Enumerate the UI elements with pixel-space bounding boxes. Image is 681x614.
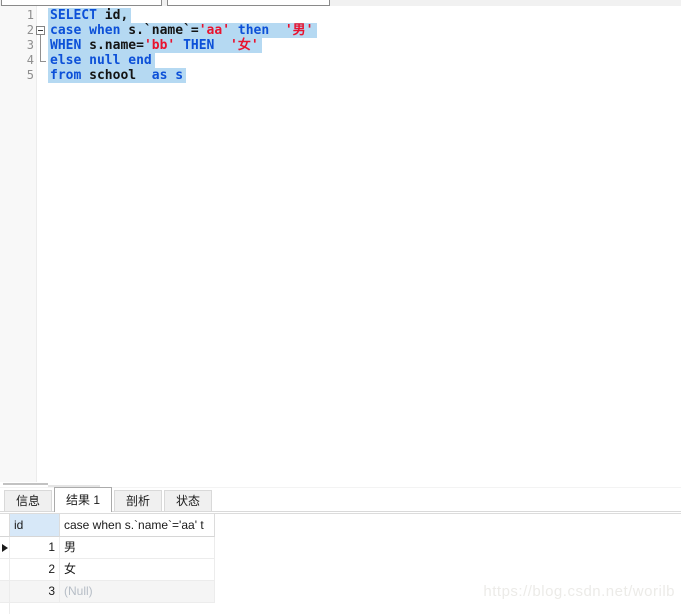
tab-result-1[interactable]: 结果 1: [54, 487, 113, 512]
fold-margin: [34, 53, 47, 68]
fold-margin: [34, 8, 47, 23]
sql-token: THEN: [183, 38, 215, 53]
table-row: 3 (Null): [0, 581, 215, 603]
code-line[interactable]: 4 else null end: [0, 53, 681, 68]
code-text[interactable]: SELECT id,: [48, 8, 132, 23]
fold-margin: [34, 68, 47, 83]
table-row: 1男: [0, 537, 215, 559]
editor-lines: 1 SELECT id, 2 case when s.`name`='aa' then…: [0, 8, 681, 83]
tab-status[interactable]: 状态: [164, 490, 213, 511]
sql-token: as: [151, 68, 168, 83]
column-header-expression[interactable]: case when s.`name`='aa' t: [60, 514, 215, 537]
row-marker-cell[interactable]: [0, 581, 10, 603]
cell-id[interactable]: 1: [10, 537, 60, 559]
sql-token: WHEN: [50, 38, 82, 53]
code-line[interactable]: 3 WHEN s.name='bb' THEN '女': [0, 38, 681, 53]
result-tabbar: 信息 结果 1 剖析 状态: [0, 487, 681, 512]
fold-box-icon: [36, 26, 45, 35]
code-line[interactable]: 2 case when s.`name`='aa' then '男': [0, 23, 681, 38]
cell-value[interactable]: (Null): [60, 581, 215, 603]
row-marker-cell[interactable]: [0, 537, 10, 559]
code-text[interactable]: case when s.`name`='aa' then '男': [48, 23, 317, 38]
line-number: 4: [26, 53, 34, 67]
sql-token: end: [128, 53, 152, 68]
sql-editor[interactable]: 1 SELECT id, 2 case when s.`name`='aa' then…: [0, 6, 681, 482]
sql-token: s: [175, 68, 184, 83]
code-text[interactable]: else null end: [48, 53, 155, 68]
sql-token: null: [89, 53, 121, 68]
cell-value[interactable]: 男: [60, 537, 215, 559]
editor-hscrollbar-thumb[interactable]: [3, 483, 48, 485]
table-row: 2女: [0, 559, 215, 581]
code-line[interactable]: 1 SELECT id,: [0, 8, 681, 23]
tab-profile[interactable]: 剖析: [114, 490, 163, 511]
sql-token: else: [50, 53, 82, 68]
fold-margin: [34, 38, 47, 53]
line-number: 3: [26, 38, 34, 52]
watermark-text: https://blog.csdn.net/worilb: [483, 583, 675, 600]
sql-token: '女': [230, 38, 259, 53]
current-row-arrow-icon: [2, 544, 8, 552]
fold-line: [40, 38, 41, 53]
row-marker-cell[interactable]: [0, 559, 10, 581]
sql-token: from: [50, 68, 82, 83]
grid-header-row: id case when s.`name`='aa' t: [0, 514, 215, 537]
cell-id[interactable]: 2: [10, 559, 60, 581]
sql-token: id,: [96, 8, 129, 23]
sql-token: when: [89, 23, 121, 38]
sql-token: school: [81, 68, 152, 83]
grid-marker-filler: [0, 603, 10, 614]
line-number: 2: [26, 23, 34, 37]
sql-token: SELECT: [50, 8, 97, 23]
code-text[interactable]: from school as s: [48, 68, 187, 83]
grid-corner-cell[interactable]: [0, 514, 10, 537]
sql-token: 'aa': [198, 23, 231, 38]
line-number: 5: [26, 68, 34, 82]
line-number: 1: [26, 8, 34, 22]
fold-collapse-icon[interactable]: [34, 23, 47, 38]
sql-token: case: [50, 23, 82, 38]
code-text[interactable]: WHEN s.name='bb' THEN '女': [48, 38, 262, 53]
sql-token: '男': [284, 23, 314, 38]
code-line[interactable]: 5 from school as s: [0, 68, 681, 83]
fold-line: [40, 53, 41, 61]
sql-editor-window: 1 SELECT id, 2 case when s.`name`='aa' then…: [0, 0, 681, 614]
sql-token: s.`name`=: [120, 23, 199, 38]
sql-token: then: [237, 23, 270, 38]
cell-value[interactable]: 女: [60, 559, 215, 581]
sql-token: s.name=: [81, 38, 144, 53]
tab-info[interactable]: 信息: [4, 490, 53, 511]
cell-id[interactable]: 3: [10, 581, 60, 603]
sql-token: 'bb': [143, 38, 176, 53]
column-header-id[interactable]: id: [10, 514, 60, 537]
grid-rows: 1 男 2 女 3 (Null): [0, 537, 215, 603]
fold-line-corner: [40, 61, 46, 62]
